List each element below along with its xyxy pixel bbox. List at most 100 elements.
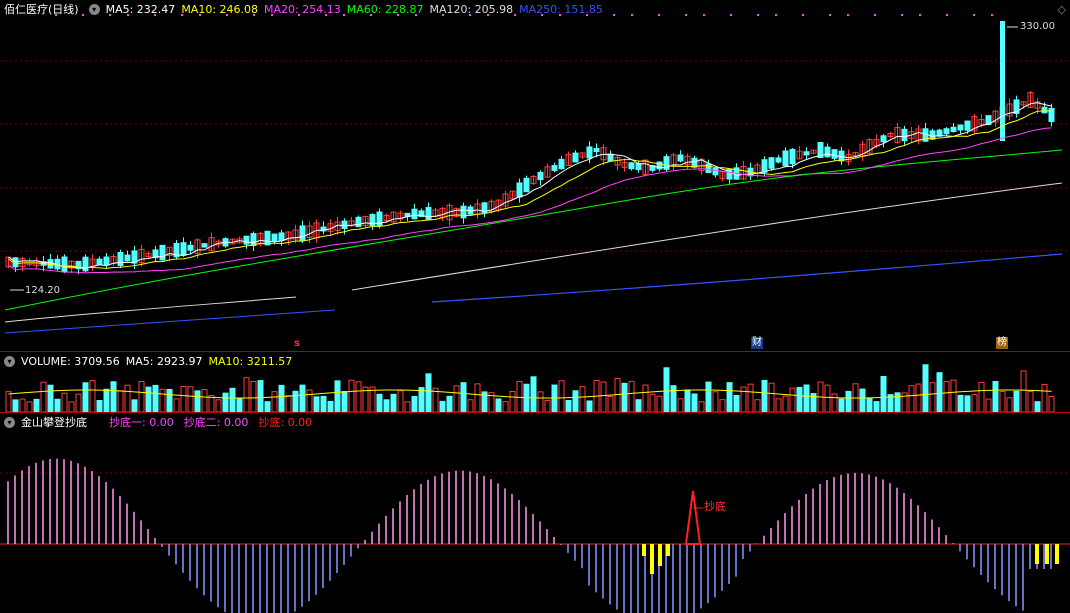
volume-bar	[418, 387, 425, 412]
bottom-bar	[642, 544, 646, 556]
bottom-bar	[650, 544, 654, 574]
candle-body	[775, 157, 782, 163]
volume-bar	[61, 392, 68, 412]
volume-bar	[467, 399, 474, 412]
candle-body	[278, 232, 285, 241]
ma250-line	[431, 253, 1063, 303]
candle-body	[117, 251, 124, 267]
indicator-legend: 抄底一: 0.00 抄底二: 0.00 抄底: 0.00	[109, 414, 322, 430]
signal-dot	[874, 14, 876, 16]
volume-bar	[187, 386, 194, 412]
volume-bar	[33, 398, 40, 412]
candle-body	[271, 233, 278, 242]
candlestick-chart[interactable]	[0, 0, 1070, 351]
volume-pane[interactable]: ▾ VOLUME: 3709.56 MA5: 2923.97 MA10: 321…	[0, 352, 1070, 412]
volume-bar	[124, 384, 131, 412]
marker-s[interactable]: s	[294, 338, 300, 350]
candle-body	[523, 177, 530, 193]
volume-bar	[586, 400, 593, 412]
collapse-icon[interactable]: ▾	[4, 416, 15, 428]
volume-bar	[607, 395, 614, 412]
volume-bar	[348, 379, 355, 412]
volume-bar	[201, 389, 208, 412]
volume-bar	[173, 398, 180, 412]
volume-bar	[152, 384, 159, 412]
ma-legend-item: MA10: 246.08	[181, 2, 259, 16]
volume-bar	[313, 396, 320, 412]
price-pane[interactable]: 佰仁医疗(日线) ▾ MA5: 232.47 MA10: 246.08 MA20: …	[0, 0, 1070, 351]
candle-body	[376, 211, 383, 227]
ma-legend-item: MA250: 151.85	[519, 2, 603, 16]
volume-bar	[971, 394, 978, 412]
volume-bar	[789, 387, 796, 412]
volume-bar	[40, 381, 47, 412]
volume-bar	[117, 390, 124, 412]
signal-dot	[685, 14, 687, 16]
ma-legend-item: MA20: 254.13	[264, 2, 341, 16]
candle-body	[355, 216, 362, 228]
indicator-chart[interactable]	[0, 413, 1070, 613]
bottom-signal-spike	[684, 490, 702, 545]
volume-bar	[922, 364, 929, 412]
volume-bar	[439, 400, 446, 412]
volume-bar	[880, 375, 887, 412]
volume-bar	[376, 393, 383, 412]
candle-body	[628, 162, 635, 170]
volume-bar	[873, 401, 880, 412]
candle-body	[950, 126, 957, 133]
candle-body	[677, 154, 684, 162]
volume-bar	[691, 393, 698, 412]
volume-bar	[1013, 390, 1020, 412]
volume-bar	[824, 384, 831, 412]
volume-bar	[747, 383, 754, 412]
candle-body	[607, 153, 614, 162]
ma60-line	[4, 149, 1063, 311]
volume-bar	[719, 399, 726, 412]
volume-bar	[334, 380, 341, 412]
volume-bar	[516, 380, 523, 412]
volume-bar	[831, 393, 838, 412]
candle-body	[411, 208, 418, 220]
settings-diamond-icon[interactable]: ◇	[1058, 3, 1066, 16]
indicator-title: 金山攀登抄底	[21, 416, 87, 429]
signal-dot	[703, 14, 705, 16]
volume-bar	[859, 388, 866, 412]
volume-bar	[145, 386, 152, 412]
candle-body	[124, 254, 131, 262]
volume-bar	[866, 397, 873, 412]
volume-bar	[26, 401, 33, 412]
collapse-icon[interactable]: ▾	[88, 3, 100, 15]
signal-dot	[919, 14, 921, 16]
volume-ma10: MA10: 3211.57	[208, 354, 293, 368]
volume-bar	[425, 373, 432, 412]
candle-body	[159, 244, 166, 261]
collapse-icon[interactable]: ▾	[4, 355, 15, 367]
volume-bar	[838, 398, 845, 412]
ma250-line	[4, 309, 336, 334]
candle-body	[957, 124, 964, 131]
volume-bar	[278, 384, 285, 412]
volume-bar	[768, 382, 775, 412]
high-price-label: 330.00	[1020, 21, 1055, 32]
volume-bar	[509, 390, 516, 412]
candle-body	[593, 147, 600, 153]
bottom-bar	[658, 544, 662, 566]
volume-bar	[803, 384, 810, 412]
indicator-pane[interactable]: ▾ 金山攀登抄底 抄底一: 0.00 抄底二: 0.00 抄底: 0.00 抄底	[0, 413, 1070, 613]
candle-body	[551, 165, 558, 171]
candle-body	[516, 182, 523, 198]
volume-bar	[565, 399, 572, 412]
signal-dot	[757, 14, 759, 16]
candle-body	[558, 158, 565, 170]
marker-ranking[interactable]: 榜	[996, 337, 1008, 349]
volume-bar	[950, 379, 957, 412]
volume-bar	[250, 381, 257, 412]
volume-bar	[600, 381, 607, 412]
candle-body	[103, 256, 110, 266]
volume-bar	[502, 401, 509, 412]
indicator-legend-item: 抄底: 0.00	[258, 416, 313, 429]
candle-body	[572, 152, 579, 163]
marker-financial[interactable]: 财	[751, 337, 763, 349]
volume-bar	[306, 389, 313, 412]
volume-bar	[446, 395, 453, 412]
